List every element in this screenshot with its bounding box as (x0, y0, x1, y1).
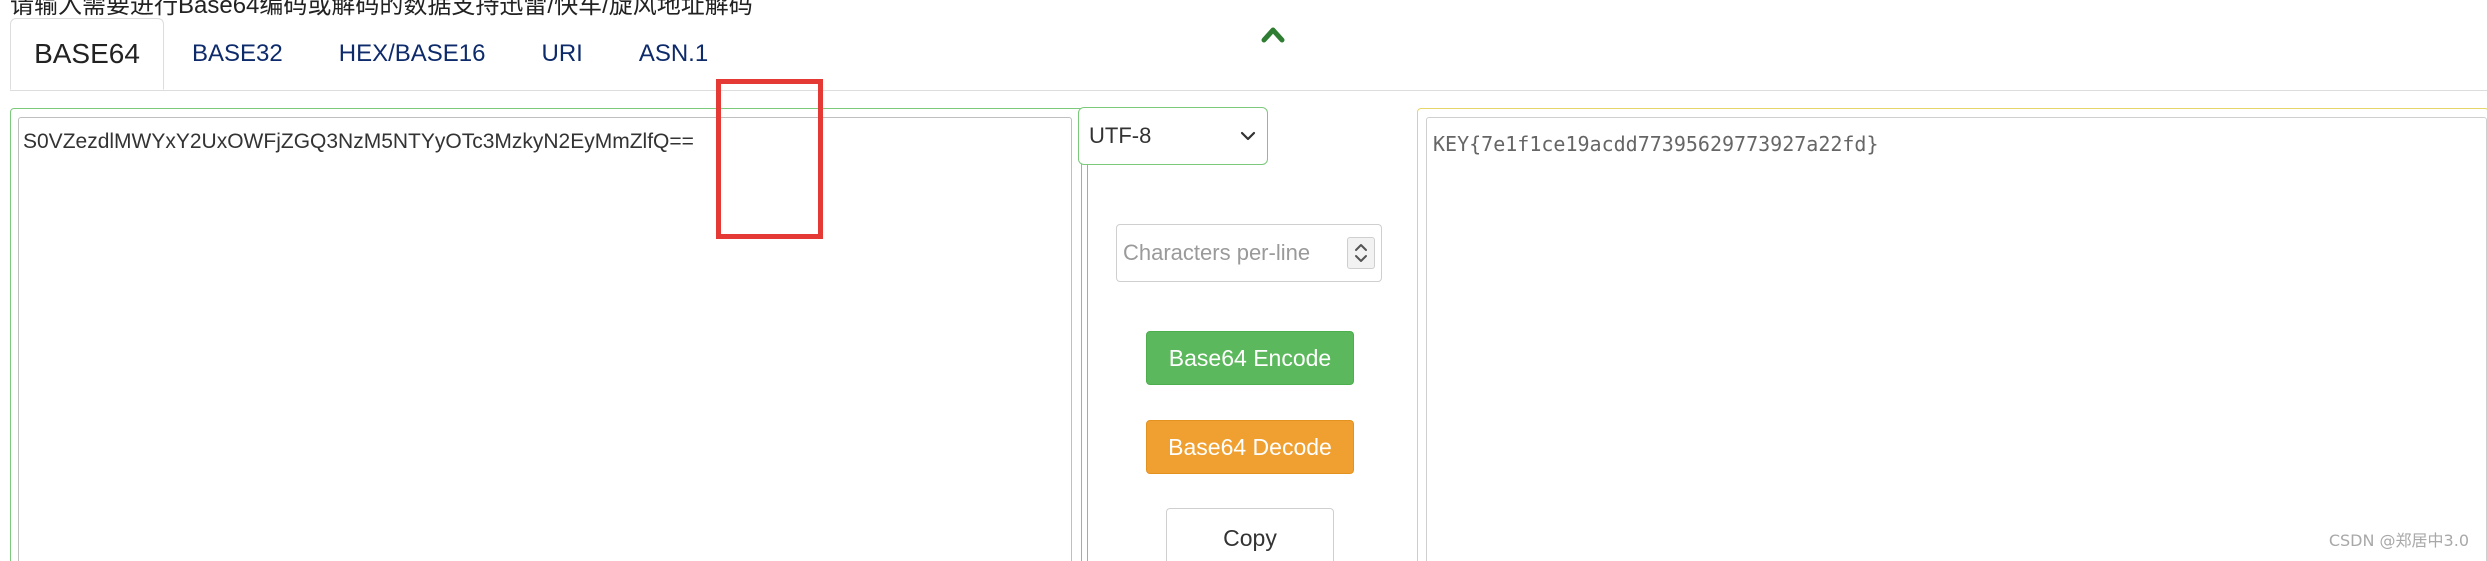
tab-hex-base16[interactable]: HEX/BASE16 (311, 18, 514, 90)
output-textarea[interactable]: KEY{7e1f1ce19acdd77395629773927a22fd} (1426, 117, 2487, 561)
csdn-watermark: CSDN @郑居中3.0 (2328, 531, 2469, 550)
charset-select[interactable]: UTF-8 (1078, 107, 1268, 165)
tab-base32[interactable]: BASE32 (164, 18, 311, 90)
instruction-text: 请输入需要进行Base64编码或解码的数据支持迅雷/快车/旋风地址解码 (10, 0, 753, 19)
input-textarea[interactable]: S0VZezdlMWYxY2UxOWFjZGQ3NzM5NTYyOTc3Mzky… (18, 117, 1072, 561)
base64-tool-page: 请输入需要进行Base64编码或解码的数据支持迅雷/快车/旋风地址解码 BASE… (0, 0, 2487, 561)
tab-base64[interactable]: BASE64 (10, 18, 164, 90)
copy-button[interactable]: Copy (1166, 508, 1334, 561)
tab-divider (10, 90, 2487, 91)
highlight-annotation-box (716, 79, 823, 239)
spinner-arrows-icon[interactable] (1347, 237, 1375, 269)
chars-per-line-placeholder: Characters per-line (1123, 240, 1311, 265)
base64-decode-button[interactable]: Base64 Decode (1146, 420, 1354, 474)
base64-encode-button[interactable]: Base64 Encode (1146, 331, 1354, 385)
chars-per-line-input[interactable]: Characters per-line (1116, 224, 1382, 282)
tab-uri[interactable]: URI (513, 18, 610, 90)
tab-bar: BASE64 BASE32 HEX/BASE16 URI ASN.1 (10, 18, 736, 90)
chevron-up-icon[interactable] (1261, 24, 1285, 44)
charset-select-value: UTF-8 (1089, 123, 1152, 148)
chevron-down-icon (1240, 131, 1256, 141)
